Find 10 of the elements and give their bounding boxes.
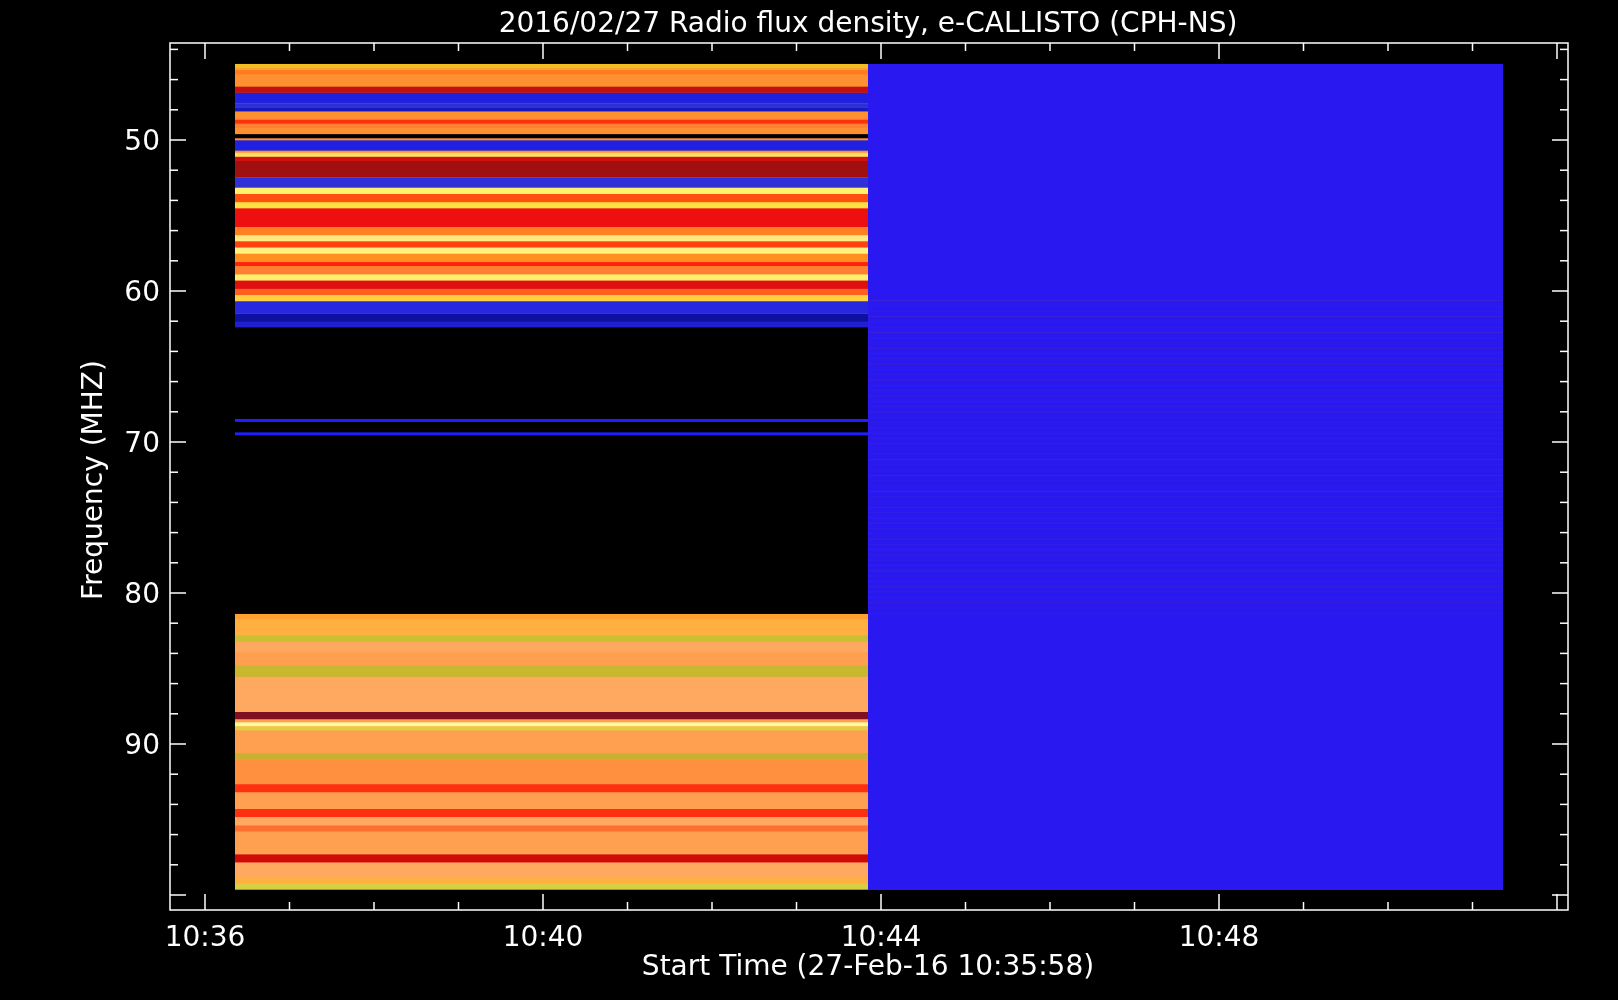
y-axis-label: Frequency (MHZ) bbox=[76, 360, 109, 600]
y-tick-label: 60 bbox=[124, 275, 160, 308]
y-tick-label: 80 bbox=[124, 577, 160, 610]
x-tick-label: 10:48 bbox=[1178, 920, 1260, 953]
x-tick-label: 10:40 bbox=[502, 920, 584, 953]
chart-title: 2016/02/27 Radio flux density, e-CALLISTO (CPH-NS) bbox=[498, 6, 1238, 39]
y-tick-label: 70 bbox=[124, 426, 160, 459]
y-tick-label: 90 bbox=[124, 728, 160, 761]
y-tick-label: 50 bbox=[124, 124, 160, 157]
x-tick-label: 10:36 bbox=[164, 920, 246, 953]
